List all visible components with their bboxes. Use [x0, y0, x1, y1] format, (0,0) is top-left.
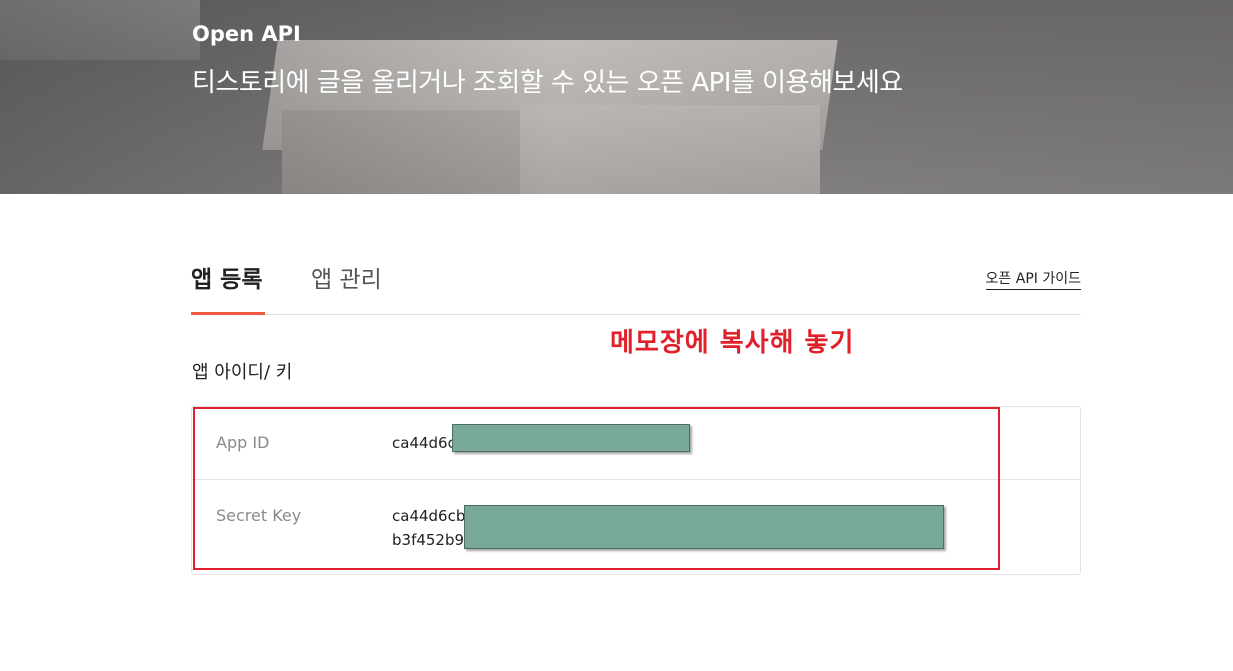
open-api-guide-link[interactable]: 오픈 API 가이드 [985, 268, 1081, 290]
memo-annotation: 메모장에 복사해 놓기 [610, 328, 855, 358]
section-title: 앱 아이디/ 키 [192, 362, 293, 383]
tab-app-register[interactable]: 앱 등록 [191, 262, 265, 315]
tab-app-manage[interactable]: 앱 관리 [311, 262, 382, 312]
hero-title: Open API [192, 22, 301, 46]
annotation-highlight-box [193, 407, 1000, 570]
hero-subtitle: 티스토리에 글을 올리거나 조회할 수 있는 오픈 API를 이용해보세요 [192, 68, 903, 98]
tab-bar: 앱 등록 앱 관리 오픈 API 가이드 [191, 262, 1081, 315]
hero-banner: Open API 티스토리에 글을 올리거나 조회할 수 있는 오픈 API를 … [0, 0, 1233, 194]
